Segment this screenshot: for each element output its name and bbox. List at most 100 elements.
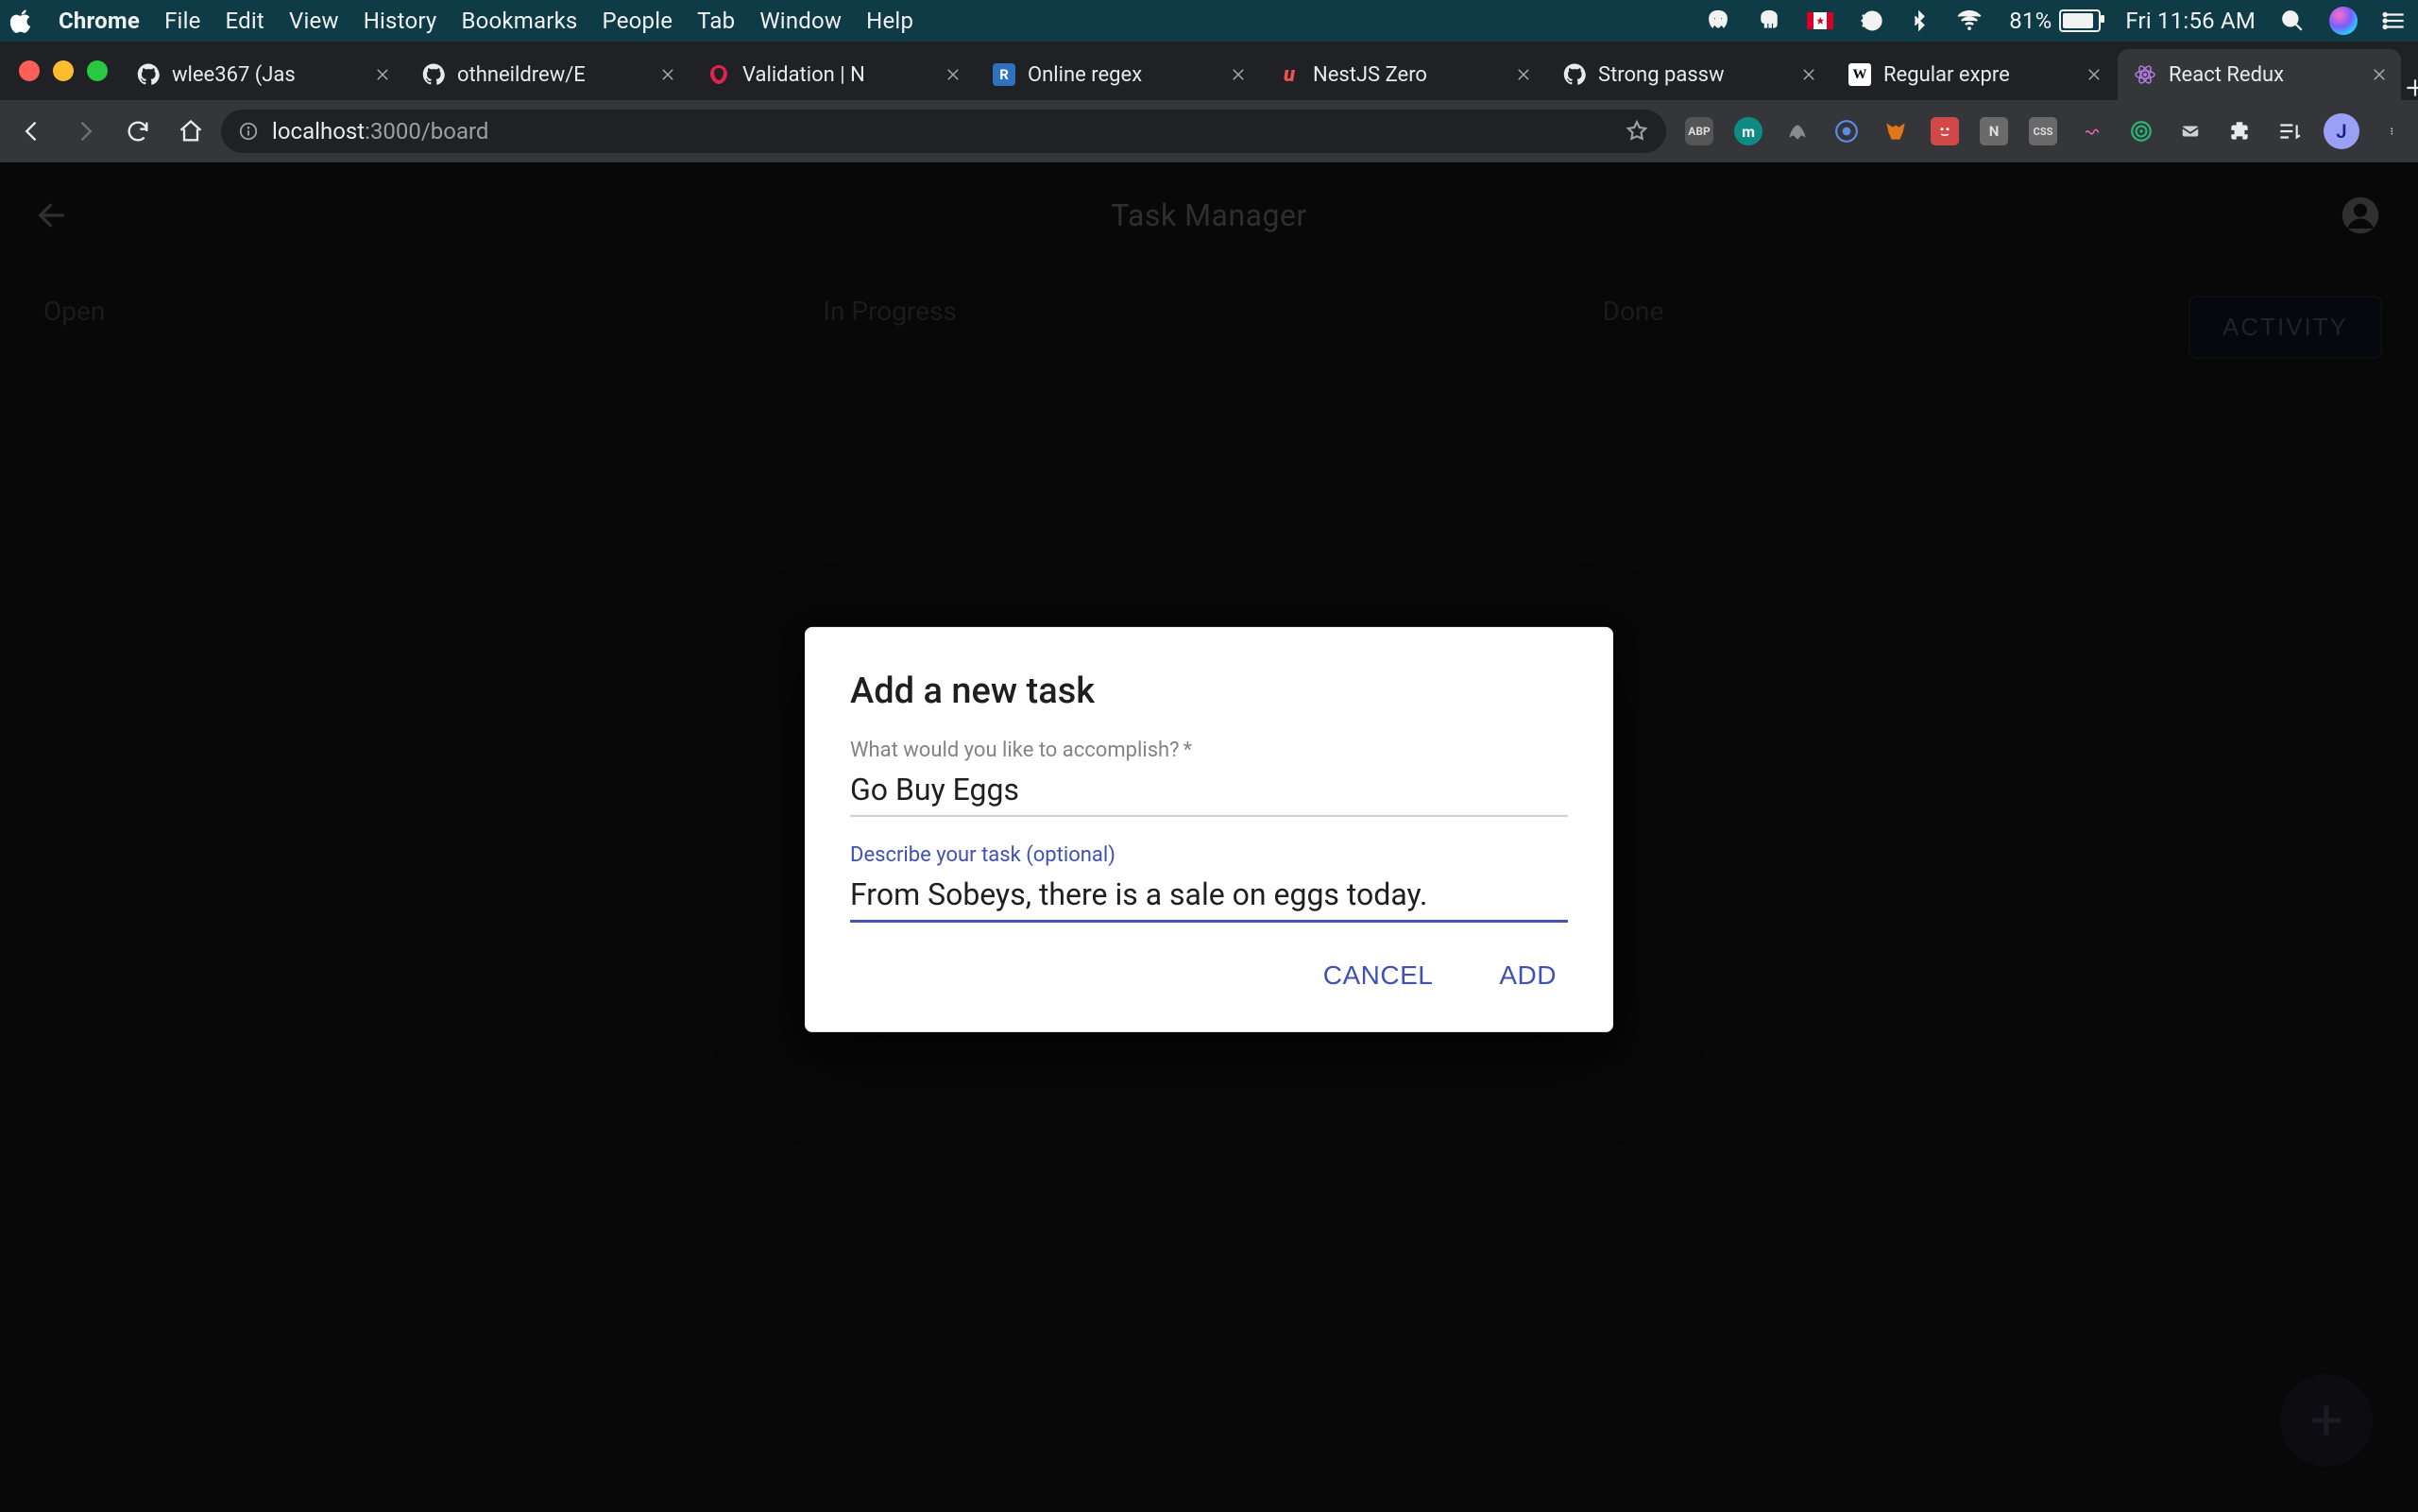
tab-close-icon[interactable]: [2086, 66, 2104, 83]
tab-title: wlee367 (Jas: [172, 63, 363, 87]
github-icon: [1562, 62, 1587, 87]
metamask-extension-icon[interactable]: [1882, 117, 1910, 145]
menu-file[interactable]: File: [164, 8, 200, 34]
cancel-button[interactable]: CANCEL: [1312, 951, 1445, 1000]
tab-close-icon[interactable]: [945, 66, 963, 83]
tab-title: NestJS Zero: [1313, 63, 1504, 87]
browser-tab[interactable]: W Regular expre: [1832, 49, 2116, 100]
wifi-icon[interactable]: [1954, 8, 1984, 34]
new-tab-button[interactable]: [2403, 76, 2418, 100]
app-page: Task Manager ACTIVITY Open In Progress D…: [0, 163, 2418, 1512]
nav-forward-button[interactable]: [62, 109, 108, 154]
task-title-input[interactable]: [850, 768, 1568, 817]
browser-tab[interactable]: Validation | N: [691, 49, 975, 100]
url-host: localhost: [272, 118, 365, 144]
time-machine-icon[interactable]: [1858, 8, 1884, 34]
postgres-menulet-icon[interactable]: [1705, 8, 1731, 34]
spotlight-search-icon[interactable]: [2280, 8, 2305, 33]
browser-tab[interactable]: Strong passw: [1547, 49, 1831, 100]
avatar-initial: J: [2336, 120, 2346, 143]
browser-tab[interactable]: wlee367 (Jas: [121, 49, 404, 100]
regex-site-icon: R: [992, 62, 1016, 87]
task-description-label: Describe your task (optional): [850, 843, 1568, 867]
tab-title: Online regex: [1028, 63, 1218, 87]
extension-icon[interactable]: N: [1980, 117, 2008, 145]
menu-view[interactable]: View: [289, 8, 339, 34]
url-text: localhost:3000/board: [272, 118, 488, 144]
menu-tab[interactable]: Tab: [697, 8, 735, 34]
extension-icon[interactable]: [1931, 117, 1959, 145]
menubar-app-name[interactable]: Chrome: [59, 8, 140, 34]
extension-icon[interactable]: m: [1734, 117, 1762, 145]
task-title-label-text: What would you like to accomplish?: [850, 739, 1180, 762]
extensions-menu-icon[interactable]: [2225, 117, 2254, 145]
nestjs-icon: [707, 62, 731, 87]
nav-back-button[interactable]: [9, 109, 55, 154]
bluetooth-icon[interactable]: [1909, 8, 1930, 34]
task-description-field: Describe your task (optional): [850, 843, 1568, 923]
elephant-menulet-icon[interactable]: [1756, 8, 1782, 34]
tab-title: Regular expre: [1883, 63, 2074, 87]
notification-center-icon[interactable]: [2382, 8, 2409, 33]
browser-tab[interactable]: R Online regex: [977, 49, 1260, 100]
dialog-actions: CANCEL ADD: [850, 951, 1568, 1000]
extension-icon[interactable]: [2078, 117, 2106, 145]
tab-close-icon[interactable]: [374, 66, 393, 83]
tab-close-icon[interactable]: [1800, 66, 1819, 83]
dialog-title: Add a new task: [850, 671, 1568, 712]
tab-close-icon[interactable]: [659, 66, 678, 83]
add-task-dialog: Add a new task What would you like to ac…: [805, 627, 1613, 1032]
battery-status[interactable]: 81%: [2009, 8, 2101, 34]
adblock-extension-icon[interactable]: ABP: [1685, 117, 1713, 145]
github-icon: [136, 62, 161, 87]
battery-percent: 81%: [2009, 8, 2052, 34]
siri-icon[interactable]: [2329, 7, 2358, 35]
nav-reload-button[interactable]: [115, 109, 161, 154]
menubar-clock[interactable]: Fri 11:56 AM: [2125, 8, 2256, 34]
macos-menubar: Chrome File Edit View History Bookmarks …: [0, 0, 2418, 42]
input-source-canada-icon[interactable]: [1807, 12, 1833, 29]
task-title-label: What would you like to accomplish? *: [850, 739, 1568, 762]
battery-icon: [2059, 9, 2101, 32]
window-zoom-icon[interactable]: [87, 60, 108, 81]
extensions-row: ABP m N CSS J: [1674, 113, 2409, 149]
extension-icon[interactable]: [2127, 117, 2155, 145]
menu-help[interactable]: Help: [866, 8, 913, 34]
tab-close-icon[interactable]: [1515, 66, 1534, 83]
extension-icon[interactable]: [1783, 117, 1812, 145]
tab-title: React Redux: [2169, 63, 2359, 87]
chrome-toolbar: localhost:3000/board ABP m N CSS J: [0, 100, 2418, 163]
react-redux-icon: [2133, 62, 2157, 87]
tab-title: Strong passw: [1598, 63, 1789, 87]
task-title-field: What would you like to accomplish? *: [850, 739, 1568, 817]
menu-people[interactable]: People: [603, 8, 673, 34]
chrome-menu-icon[interactable]: [2380, 117, 2409, 145]
extension-icon[interactable]: [2176, 117, 2205, 145]
browser-tab[interactable]: othneildrew/E: [406, 49, 690, 100]
chrome-profile-avatar[interactable]: J: [2324, 113, 2359, 149]
reading-list-icon[interactable]: [2274, 117, 2303, 145]
wikipedia-icon: W: [1848, 62, 1872, 87]
browser-tab[interactable]: u NestJS Zero: [1262, 49, 1545, 100]
apple-logo-icon[interactable]: [9, 8, 34, 33]
menu-history[interactable]: History: [364, 8, 437, 34]
bookmark-star-icon[interactable]: [1625, 119, 1649, 144]
tab-close-icon[interactable]: [2371, 66, 2390, 83]
udemy-icon: u: [1277, 62, 1302, 87]
task-description-input[interactable]: [850, 873, 1568, 923]
url-path: :3000/board: [365, 118, 488, 144]
browser-tab-active[interactable]: React Redux: [2118, 49, 2401, 100]
menu-window[interactable]: Window: [759, 8, 842, 34]
window-close-icon[interactable]: [19, 60, 40, 81]
nav-home-button[interactable]: [168, 109, 213, 154]
menu-edit[interactable]: Edit: [226, 8, 264, 34]
menu-bookmarks[interactable]: Bookmarks: [461, 8, 577, 34]
extension-icon[interactable]: [1832, 117, 1861, 145]
address-bar[interactable]: localhost:3000/board: [221, 110, 1666, 153]
extension-icon[interactable]: CSS: [2029, 117, 2057, 145]
tab-close-icon[interactable]: [1230, 66, 1249, 83]
site-info-icon[interactable]: [238, 121, 259, 142]
github-icon: [421, 62, 446, 87]
add-button[interactable]: ADD: [1488, 951, 1568, 1000]
window-minimize-icon[interactable]: [53, 60, 74, 81]
